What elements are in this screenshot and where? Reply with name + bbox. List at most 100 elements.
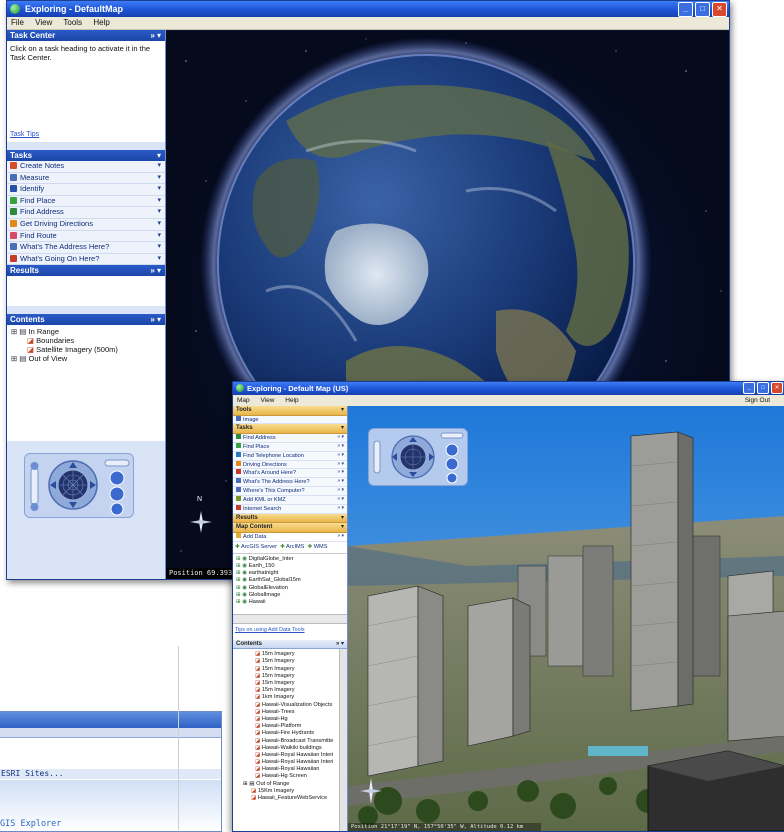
chevron-down-icon[interactable]: ▾ <box>157 184 161 195</box>
layer-item[interactable]: ◪ Hawaii-Waikiki buildings <box>233 745 347 752</box>
chevron-down-icon[interactable]: ▾ <box>157 242 161 253</box>
expand-icon[interactable]: » ▾ <box>337 452 344 460</box>
tasks-header[interactable]: Tasks ▾ <box>233 424 347 434</box>
esri-sites-link[interactable]: ESRI Sites... <box>0 769 221 779</box>
layer-item[interactable]: ◪ Hawaii-Trees <box>233 709 347 716</box>
tree-item[interactable]: ⊞ ▤ In Range <box>7 327 165 336</box>
service-item[interactable]: ⊞ ◉ Earth_150 <box>233 563 347 570</box>
layer-item[interactable]: ◪ 15m Imagery <box>233 651 347 658</box>
results-header[interactable]: Results ▾ <box>233 513 347 524</box>
expand-icon[interactable]: » ▾ <box>337 461 344 469</box>
layer-item[interactable]: ◪ Hawaii-Fire Hydrants <box>233 730 347 737</box>
layer-item[interactable]: ◪ Hawaii-Royal Hawaiian Interi <box>233 752 347 759</box>
menu-view[interactable]: View <box>35 18 52 27</box>
expand-icon[interactable]: » ▾ <box>337 487 344 495</box>
task-item[interactable]: Internet Search » ▾ <box>233 505 347 514</box>
task-item[interactable]: Create Notes ▾ <box>7 161 165 173</box>
service-item[interactable]: ⊞ ◉ GlobalImage <box>233 592 347 599</box>
layer-item[interactable]: ◪ 15m Imagery <box>233 687 347 694</box>
tree-item[interactable]: ◪ Satellite Imagery (500m) <box>7 345 165 354</box>
menu-map[interactable]: Map <box>237 397 250 404</box>
maximize-button[interactable]: □ <box>757 382 769 394</box>
task-item[interactable]: What's Around Here? » ▾ <box>233 469 347 479</box>
task-item[interactable]: Find Place » ▾ <box>233 442 347 452</box>
chevron-down-icon[interactable]: ▾ <box>157 161 161 172</box>
menu-tools[interactable]: Tools <box>63 18 82 27</box>
layer-item[interactable]: ◪ Hawaii-Platform <box>233 723 347 730</box>
layer-item[interactable]: ◪ 15m Imagery <box>233 673 347 680</box>
chevron-down-icon[interactable]: ▾ <box>157 173 161 184</box>
expand-icon[interactable]: » ▾ <box>337 478 344 486</box>
service-item[interactable]: ⊞ ◉ GlobalElevation <box>233 585 347 592</box>
task-center-header[interactable]: Task Center » ▾ <box>7 30 165 41</box>
arcgis-server-button[interactable]: ArcGIS Server <box>241 544 277 550</box>
minimize-button[interactable]: _ <box>743 382 755 394</box>
contents-header[interactable]: Contents» ▾ <box>233 639 347 650</box>
layer-item[interactable]: ◪ Hawaii-Royal Hawaiian Interi <box>233 759 347 766</box>
collapse-icon[interactable]: » ▾ <box>150 265 161 276</box>
minimize-button[interactable]: _ <box>678 2 693 17</box>
tree-item[interactable]: ◪ Boundaries <box>7 336 165 345</box>
task-item[interactable]: Find Place ▾ <box>7 195 165 208</box>
expand-icon[interactable]: » ▾ <box>337 443 344 451</box>
results-header[interactable]: Results » ▾ <box>7 265 165 277</box>
tool-image[interactable]: Image <box>233 415 347 425</box>
contents-header[interactable]: Contents » ▾ <box>7 314 165 326</box>
layer-item[interactable]: ◪ Hawaii-Hg Screen <box>233 773 347 780</box>
navigation-control[interactable] <box>24 453 134 518</box>
sign-out-link[interactable]: Sign Out <box>745 395 770 406</box>
add-data-row[interactable]: Add Data» ▾ <box>233 532 347 542</box>
map-content-header[interactable]: Map Content ▾ <box>233 523 347 533</box>
maximize-button[interactable]: □ <box>695 2 710 17</box>
menu-file[interactable]: File <box>11 18 24 27</box>
arcims-button[interactable]: ArcIMS <box>286 544 304 550</box>
layer-item[interactable]: ◪ 15m Imagery <box>233 658 347 665</box>
task-item[interactable]: Get Driving Directions ▾ <box>7 218 165 231</box>
expand-icon[interactable]: » ▾ <box>337 505 344 513</box>
chevron-down-icon[interactable]: ▾ <box>157 207 161 218</box>
tools-header[interactable]: Tools ▾ <box>233 406 347 416</box>
wms-button[interactable]: WMS <box>314 544 328 550</box>
out-of-range-folder[interactable]: ⊞ ▤ Out of Range <box>233 781 347 788</box>
task-tips-link[interactable]: Task Tips <box>10 131 39 138</box>
service-item[interactable]: ⊞ ◉ Hawaii <box>233 599 347 606</box>
add-data-tips-link[interactable]: Tips on using Add Data Tools <box>233 623 347 640</box>
close-button[interactable]: ✕ <box>712 2 727 17</box>
expand-icon[interactable]: » ▾ <box>337 469 344 477</box>
layer-item[interactable]: ◪ Hawaii-Royal Hawaiian <box>233 766 347 773</box>
expand-icon[interactable]: » ▾ <box>337 496 344 504</box>
chevron-down-icon[interactable]: ▾ <box>157 196 161 207</box>
layer-item[interactable]: ◪ 15Km Imagery <box>233 788 347 795</box>
layer-item[interactable]: ◪ 15m Imagery <box>233 680 347 687</box>
layer-item[interactable]: ◪ 1km Imagery <box>233 694 347 701</box>
task-item[interactable]: What's Going On Here? ▾ <box>7 253 165 266</box>
service-item[interactable]: ⊞ ◉ earthatnight <box>233 570 347 577</box>
horizontal-scrollbar[interactable] <box>233 613 347 624</box>
service-item[interactable]: ⊞ ◉ DigitalGlobe_Inter <box>233 556 347 563</box>
layer-item[interactable]: ◪ Hawaii-Visualization Objects <box>233 702 347 709</box>
menu-view[interactable]: View <box>260 397 274 404</box>
menu-help[interactable]: Help <box>285 397 298 404</box>
task-item[interactable]: Find Address » ▾ <box>233 433 347 443</box>
task-item[interactable]: Find Telephone Location » ▾ <box>233 451 347 461</box>
service-item[interactable]: ⊞ ◉ EarthSat_Global15m <box>233 577 347 584</box>
chevron-down-icon[interactable]: ▾ <box>157 254 161 265</box>
task-item[interactable]: Driving Directions » ▾ <box>233 460 347 470</box>
task-item[interactable]: Find Address ▾ <box>7 207 165 219</box>
vertical-scrollbar[interactable] <box>339 649 347 831</box>
layer-item[interactable]: ◪ Hawaii-Broadcast Transmitte <box>233 738 347 745</box>
task-item[interactable]: What's The Address Here? » ▾ <box>233 478 347 488</box>
collapse-icon[interactable]: » ▾ <box>150 30 161 41</box>
task-item[interactable]: Measure ▾ <box>7 172 165 185</box>
city-3d-view[interactable]: Position 21°17'19" N, 157°50'35" W, Alti… <box>348 406 784 831</box>
collapse-icon[interactable]: » ▾ <box>150 314 161 325</box>
task-item[interactable]: Where's This Computer? » ▾ <box>233 487 347 497</box>
chevron-down-icon[interactable]: ▾ <box>157 150 161 161</box>
task-item[interactable]: Identify ▾ <box>7 184 165 196</box>
chevron-down-icon[interactable]: ▾ <box>157 219 161 230</box>
layer-item[interactable]: ◪ Hawaii-Hg <box>233 716 347 723</box>
task-item[interactable]: What's The Address Here? ▾ <box>7 242 165 254</box>
tree-item[interactable]: ⊞ ▤ Out of View <box>7 354 165 363</box>
layer-item[interactable]: ◪ 15m Imagery <box>233 666 347 673</box>
task-item[interactable]: Add KML or KMZ » ▾ <box>233 496 347 506</box>
